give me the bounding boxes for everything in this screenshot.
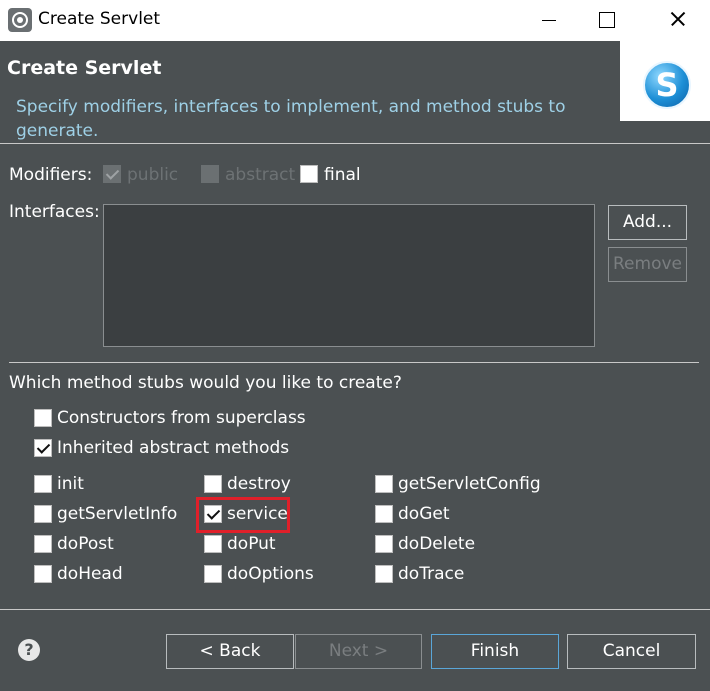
destroy-label[interactable]: destroy [227,474,291,494]
wizard-header: Create Servlet Specify modifiers, interf… [0,41,710,143]
dotrace-checkbox[interactable] [375,565,393,583]
back-button[interactable]: < Back [166,634,294,669]
public-checkbox [103,165,121,183]
constructors-label[interactable]: Constructors from superclass [57,408,306,428]
cancel-button[interactable]: Cancel [567,634,696,669]
abstract-label: abstract [225,165,296,185]
getservletconfig-checkbox[interactable] [375,475,393,493]
method-stubs-question: Which method stubs would you like to cre… [9,373,402,393]
eclipse-app-icon [8,8,32,32]
service-highlight-box [196,497,290,533]
abstract-checkbox [201,165,219,183]
next-button: Next > [295,634,422,669]
interfaces-list[interactable] [103,204,595,347]
servlet-logo-icon: S [643,61,691,109]
doput-checkbox[interactable] [204,535,222,553]
close-button[interactable] [650,0,704,41]
minimize-button[interactable] [522,0,576,41]
add-interface-button[interactable]: Add... [608,205,687,240]
getservletconfig-label[interactable]: getServletConfig [398,474,541,494]
dohead-checkbox[interactable] [34,565,52,583]
dopost-checkbox[interactable] [34,535,52,553]
header-divider [0,143,710,144]
footer-divider [0,609,710,610]
constructors-checkbox[interactable] [34,409,52,427]
page-description: Specify modifiers, interfaces to impleme… [16,97,566,141]
doget-label[interactable]: doGet [398,504,450,524]
page-title: Create Servlet [7,57,162,79]
doput-label[interactable]: doPut [227,534,276,554]
dohead-label[interactable]: doHead [57,564,123,584]
section-divider [9,362,699,363]
finish-button[interactable]: Finish [431,634,559,669]
init-label[interactable]: init [57,474,84,494]
inherited-abstract-label[interactable]: Inherited abstract methods [57,438,289,458]
dodelete-label[interactable]: doDelete [398,534,475,554]
getservletinfo-label[interactable]: getServletInfo [57,504,177,524]
help-icon[interactable]: ? [18,639,40,661]
dodelete-checkbox[interactable] [375,535,393,553]
init-checkbox[interactable] [34,475,52,493]
dopost-label[interactable]: doPost [57,534,114,554]
public-label: public [127,165,179,185]
dooptions-label[interactable]: doOptions [227,564,314,584]
inherited-abstract-checkbox[interactable] [34,439,52,457]
final-label[interactable]: final [324,165,361,185]
dotrace-label[interactable]: doTrace [398,564,464,584]
window-title: Create Servlet [38,9,161,29]
destroy-checkbox[interactable] [204,475,222,493]
maximize-button[interactable] [579,0,633,41]
wizard-banner: S [620,41,710,121]
title-bar: Create Servlet [0,0,710,41]
modifiers-label: Modifiers: [9,165,93,185]
dooptions-checkbox[interactable] [204,565,222,583]
remove-interface-button: Remove [608,247,687,282]
final-checkbox[interactable] [300,165,318,183]
interfaces-label: Interfaces: [9,202,100,222]
getservletinfo-checkbox[interactable] [34,505,52,523]
doget-checkbox[interactable] [375,505,393,523]
